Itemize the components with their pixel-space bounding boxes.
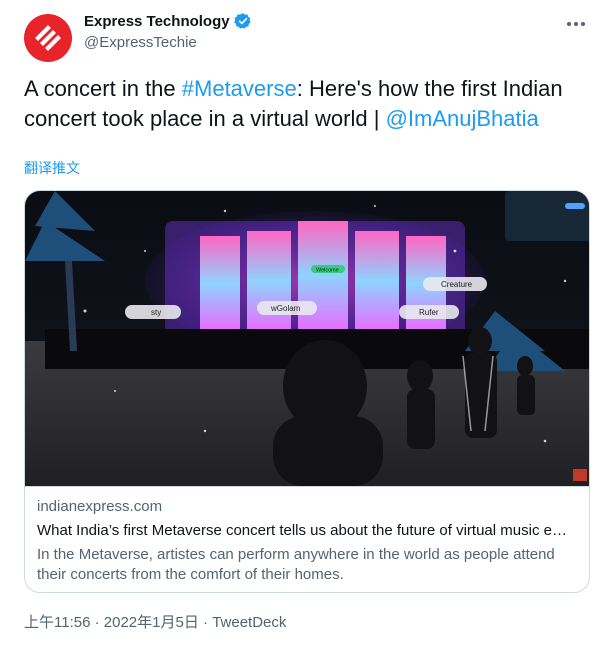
tag-creature: Creature [441,280,473,289]
card-image: sty wGolam Rufer Creature Welcome [25,191,589,486]
translate-tweet-link[interactable]: 翻译推文 [24,158,80,178]
more-dots-icon [567,22,585,26]
author-handle[interactable]: @ExpressTechie [84,34,197,51]
card-description: In the Metaverse, artistes can perform a… [37,546,555,583]
author-display-name[interactable]: Express Technology [84,13,230,30]
tweet-meta: 上午11:56 · 2022年1月5日 · TweetDeck [24,611,286,632]
express-logo-icon [35,25,61,51]
tag-welcome: Welcome [316,268,339,274]
card-body[interactable]: indianexpress.com What India’s first Met… [25,486,589,592]
tweet-date[interactable]: 2022年1月5日 [104,614,199,631]
link-preview-card[interactable]: sty wGolam Rufer Creature Welcome indian… [24,190,590,593]
tag-rufer: Rufer [419,308,439,317]
meta-separator: · [198,614,213,631]
tweet-source[interactable]: TweetDeck [212,614,286,631]
tag-wgolam: wGolam [270,304,301,313]
meta-separator: · [90,614,104,631]
card-title: What India’s first Metaverse concert tel… [37,522,567,539]
tag-sty: sty [151,308,161,317]
tweet-time[interactable]: 上午11:56 [24,614,90,631]
more-options-button[interactable] [564,12,588,36]
avatar[interactable] [24,14,72,62]
card-domain: indianexpress.com [37,498,163,515]
author-name-row[interactable]: Express Technology [84,12,252,30]
hashtag-link[interactable]: #Metaverse [182,76,297,101]
tweet-text-prefix: A concert in the [24,76,182,101]
mention-link[interactable]: @ImAnujBhatia [386,106,539,131]
tweet-text: A concert in the #Metaverse: Here's how … [24,74,594,134]
verified-badge-icon [233,13,251,29]
